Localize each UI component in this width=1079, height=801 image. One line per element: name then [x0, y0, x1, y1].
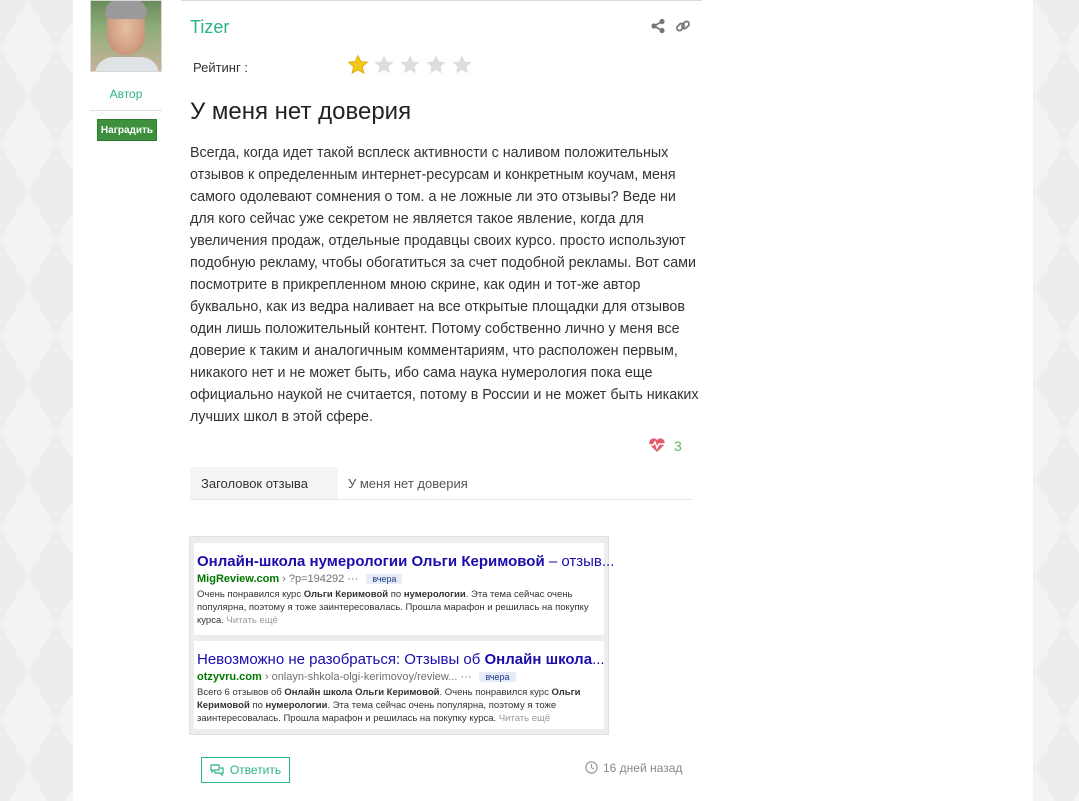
author-role-label: Автор: [109, 87, 143, 101]
rating-label: Рейтинг :: [193, 60, 248, 75]
search-result-snippet: Очень понравился курс Ольги Керимовой по…: [197, 589, 589, 626]
reply-label: Ответить: [229, 763, 282, 777]
star-icon[interactable]: [347, 54, 369, 76]
clock-icon: [585, 761, 598, 774]
divider: [90, 110, 162, 111]
avatar[interactable]: [90, 0, 162, 72]
star-icon[interactable]: [451, 54, 473, 76]
review-title: У меня нет доверия: [190, 98, 412, 125]
review-body: Всегда, когда идет такой всплеск активно…: [190, 145, 699, 425]
search-result-title: Онлайн-школа нумерологии Ольги Керимовой…: [197, 553, 615, 570]
star-icon[interactable]: [399, 54, 421, 76]
star-rating: [347, 54, 473, 76]
review-field-row: Заголовок отзыва У меня нет доверия: [190, 467, 692, 500]
search-result: Онлайн-школа нумерологии Ольги Керимовой…: [194, 543, 615, 635]
search-result-snippet: Всего 6 отзывов об Онлайн школа Ольги Ке…: [197, 687, 581, 724]
comments-icon: [210, 764, 224, 776]
heart-pulse-icon[interactable]: [648, 436, 666, 454]
timestamp: 16 дней назад: [603, 761, 683, 775]
search-result-title: Невозможно не разобраться: Отзывы об Онл…: [197, 651, 605, 668]
search-result-url: otzyvru.com › onlayn-shkola-olgi-kerimov…: [197, 671, 604, 683]
field-label: Заголовок отзыва: [190, 467, 338, 499]
reward-button[interactable]: Наградить: [97, 119, 157, 141]
like-count: 3: [674, 438, 682, 454]
search-result: Невозможно не разобраться: Отзывы об Онл…: [194, 641, 605, 729]
search-result-url: MigReview.com › ?p=194292 ··· вчера: [197, 573, 604, 585]
username[interactable]: Tizer: [190, 17, 229, 38]
attached-screenshot[interactable]: Онлайн-школа нумерологии Ольги Керимовой…: [189, 536, 615, 735]
link-icon[interactable]: [675, 18, 691, 34]
field-value: У меня нет доверия: [348, 475, 468, 491]
divider: [181, 0, 702, 1]
star-icon[interactable]: [373, 54, 395, 76]
review-card: Автор Наградить Tizer Рейтинг : У меня н…: [73, 0, 1033, 801]
reply-button[interactable]: Ответить: [201, 757, 290, 783]
star-icon[interactable]: [425, 54, 447, 76]
share-icon[interactable]: [650, 18, 666, 34]
